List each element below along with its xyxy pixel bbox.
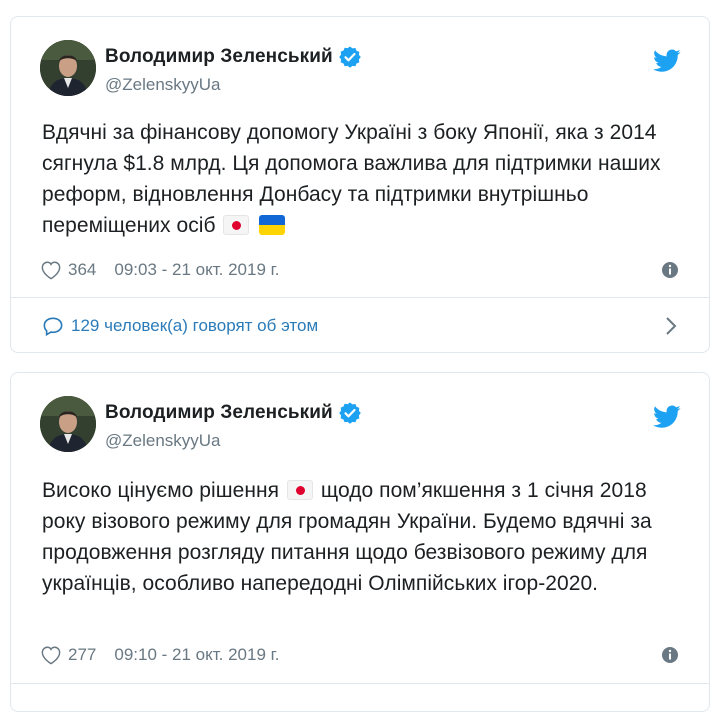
divider	[11, 683, 709, 684]
avatar[interactable]	[40, 396, 96, 452]
author-name[interactable]: Володимир Зеленський	[105, 402, 333, 424]
like-count[interactable]: 364	[68, 260, 96, 280]
tweet-card[interactable]: Володимир Зеленський @ZelenskyyUa Вдячні…	[10, 16, 710, 353]
tweet-meta: 364 09:03 - 21 окт. 2019 г.	[40, 258, 679, 282]
ukraine-flag-emoji	[259, 215, 286, 235]
tweet-text: Високо цінуємо рішення щодо пом’якшення …	[42, 475, 685, 599]
japan-flag-emoji	[286, 480, 313, 500]
heart-icon[interactable]	[40, 260, 62, 280]
author-name[interactable]: Володимир Зеленський	[105, 46, 333, 68]
tweet-card[interactable]: Володимир Зеленський @ZelenskyyUa Високо…	[10, 372, 710, 712]
tweet-timestamp[interactable]: 09:03 - 21 окт. 2019 г.	[114, 260, 279, 280]
tweet-header: Володимир Зеленський @ZelenskyyUa	[40, 395, 709, 455]
tweet-header: Володимир Зеленський @ZelenskyyUa	[40, 39, 709, 99]
twitter-bird-icon[interactable]	[653, 405, 681, 429]
tweet-text-body: Вдячні за фінансову допомогу Україні з б…	[42, 121, 661, 237]
japan-flag-emoji	[223, 215, 250, 235]
author-handle[interactable]: @ZelenskyyUa	[105, 431, 362, 451]
tweet-text: Вдячні за фінансову допомогу Україні з б…	[42, 117, 685, 241]
heart-icon[interactable]	[40, 645, 62, 665]
verified-badge-icon	[339, 46, 361, 68]
like-count[interactable]: 277	[68, 645, 96, 665]
speech-bubble-icon	[43, 317, 63, 336]
avatar[interactable]	[40, 40, 96, 96]
twitter-bird-icon[interactable]	[653, 49, 681, 73]
tweet-meta: 277 09:10 - 21 окт. 2019 г.	[40, 643, 679, 667]
chevron-right-icon[interactable]	[665, 316, 677, 336]
info-icon[interactable]	[661, 646, 679, 664]
divider	[11, 297, 709, 298]
tweet-timestamp[interactable]: 09:10 - 21 окт. 2019 г.	[114, 645, 279, 665]
info-icon[interactable]	[661, 261, 679, 279]
tweet-text-body: Високо цінуємо рішення	[42, 479, 280, 502]
verified-badge-icon	[339, 402, 361, 424]
author-handle[interactable]: @ZelenskyyUa	[105, 75, 362, 95]
discussion-count[interactable]: 129 человек(а) говорят об этом	[71, 316, 318, 336]
discussion-link[interactable]: 129 человек(а) говорят об этом	[42, 313, 679, 339]
